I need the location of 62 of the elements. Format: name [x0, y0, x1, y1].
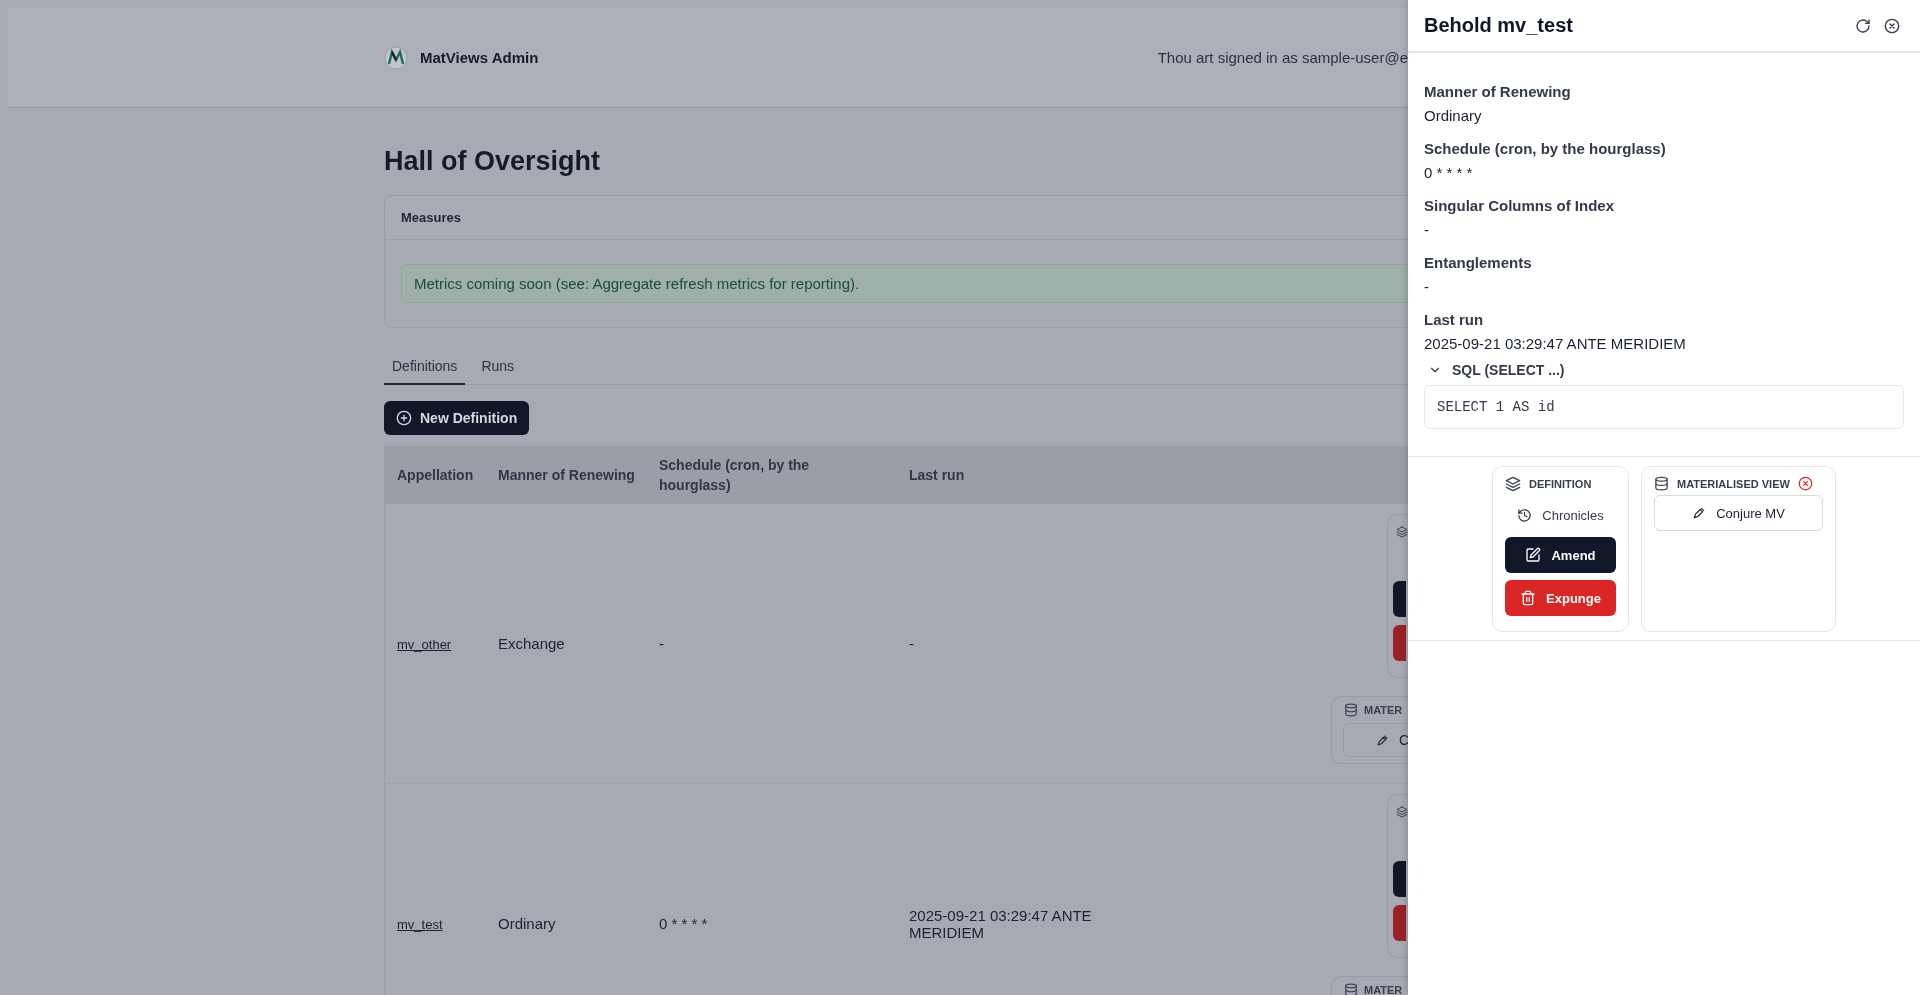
danger-button-edge[interactable]	[1393, 625, 1406, 661]
primary-button-edge[interactable]	[1393, 861, 1406, 897]
edit-icon	[1525, 547, 1542, 563]
logo-icon	[384, 45, 408, 70]
definition-link[interactable]: mv_other	[397, 637, 452, 652]
pencil-icon	[1375, 733, 1389, 747]
definition-link[interactable]: mv_test	[397, 917, 443, 932]
close-button[interactable]	[1884, 17, 1900, 34]
info-alert: Metrics coming soon (see: Aggregate refresh metrics for reporting).	[401, 264, 1408, 303]
column-header: Appellation	[396, 466, 475, 485]
delete-button[interactable]: Expunge	[1505, 580, 1616, 616]
database-icon	[1344, 703, 1358, 717]
new-definition-button[interactable]: New Definition	[384, 401, 530, 435]
field-label: Last run	[1424, 311, 1485, 328]
table-cell-text: 0 * * * *	[659, 915, 709, 932]
column-header: Manner of Renewing	[498, 466, 636, 485]
tab[interactable]: Runs	[473, 350, 523, 385]
field-label: Manner of Renewing	[1424, 83, 1572, 100]
field-label: Entanglements	[1424, 254, 1533, 271]
table-cell-text: 2025-09-21 03:29:47 ANTE MERIDIEM	[909, 906, 1093, 941]
card-header: Measures	[385, 196, 1408, 240]
app-name: MatViews Admin	[420, 49, 539, 66]
database-icon	[1654, 476, 1669, 491]
sql-toggle[interactable]: SQL (SELECT ...)	[1424, 362, 1565, 378]
page-title: Hall of Oversight	[384, 146, 602, 177]
history-icon	[1517, 508, 1533, 523]
code-block: SELECT 1 AS id	[1424, 385, 1904, 429]
table-cell-text: Exchange	[498, 635, 566, 652]
plus-circle-icon	[396, 410, 412, 426]
signed-in-text: Thou art signed in as sample-user@e	[1157, 49, 1408, 66]
layers-icon	[1505, 476, 1521, 492]
database-icon	[1344, 983, 1358, 995]
pencil-icon	[1692, 506, 1707, 520]
column-header: Schedule (cron, by the hourglass)	[659, 456, 811, 495]
card-title: DEFINITION	[1529, 478, 1592, 490]
field-value: -	[1424, 278, 1430, 295]
table-cell-text: -	[659, 635, 665, 652]
field-label: Schedule (cron, by the hourglass)	[1424, 140, 1667, 157]
layers-icon	[1396, 525, 1408, 539]
field-label: Singular Columns of Index	[1424, 197, 1615, 214]
amend-button[interactable]: Amend	[1505, 537, 1616, 573]
field-value: 0 * * * *	[1424, 164, 1474, 181]
primary-button-edge[interactable]	[1393, 581, 1406, 617]
field-value: -	[1424, 221, 1430, 238]
history-button[interactable]: Chronicles	[1505, 500, 1616, 529]
card-title: MATERIALISED VIEW	[1677, 477, 1790, 490]
layers-icon	[1396, 805, 1408, 819]
close-icon	[1884, 17, 1900, 34]
card-title: MATER	[1364, 704, 1403, 716]
refresh-button[interactable]	[1855, 17, 1871, 34]
drawer-title: Behold mv_test	[1424, 14, 1573, 37]
field-value: Ordinary	[1424, 107, 1483, 124]
conjure-button[interactable]: Conjure MV	[1654, 495, 1823, 531]
refresh-icon	[1855, 17, 1871, 34]
card-title: MATER	[1364, 984, 1403, 995]
trash-icon	[1520, 590, 1537, 606]
column-header: Last run	[909, 466, 966, 485]
danger-button-edge[interactable]	[1393, 905, 1406, 941]
table-cell-text: -	[909, 635, 915, 652]
tab[interactable]: Definitions	[384, 350, 466, 385]
field-value: 2025-09-21 03:29:47 ANTE MERIDIEM	[1424, 335, 1687, 352]
table-cell-text: Ordinary	[498, 915, 557, 932]
